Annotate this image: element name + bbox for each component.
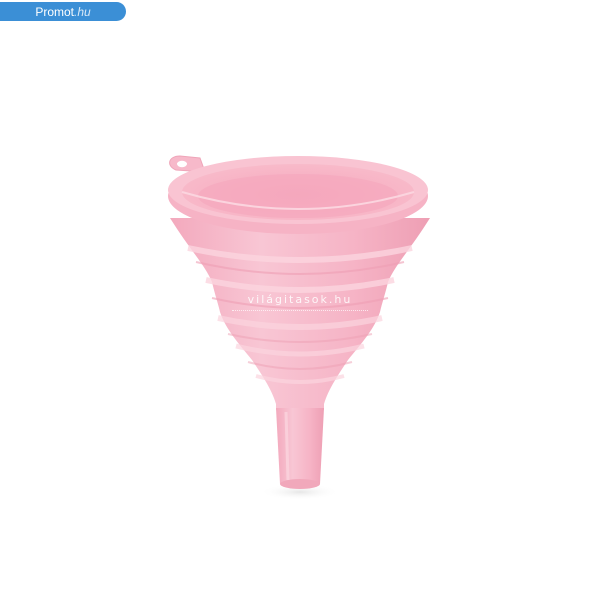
watermark: világitasok.hu bbox=[232, 288, 368, 311]
funnel-icon bbox=[168, 155, 430, 489]
